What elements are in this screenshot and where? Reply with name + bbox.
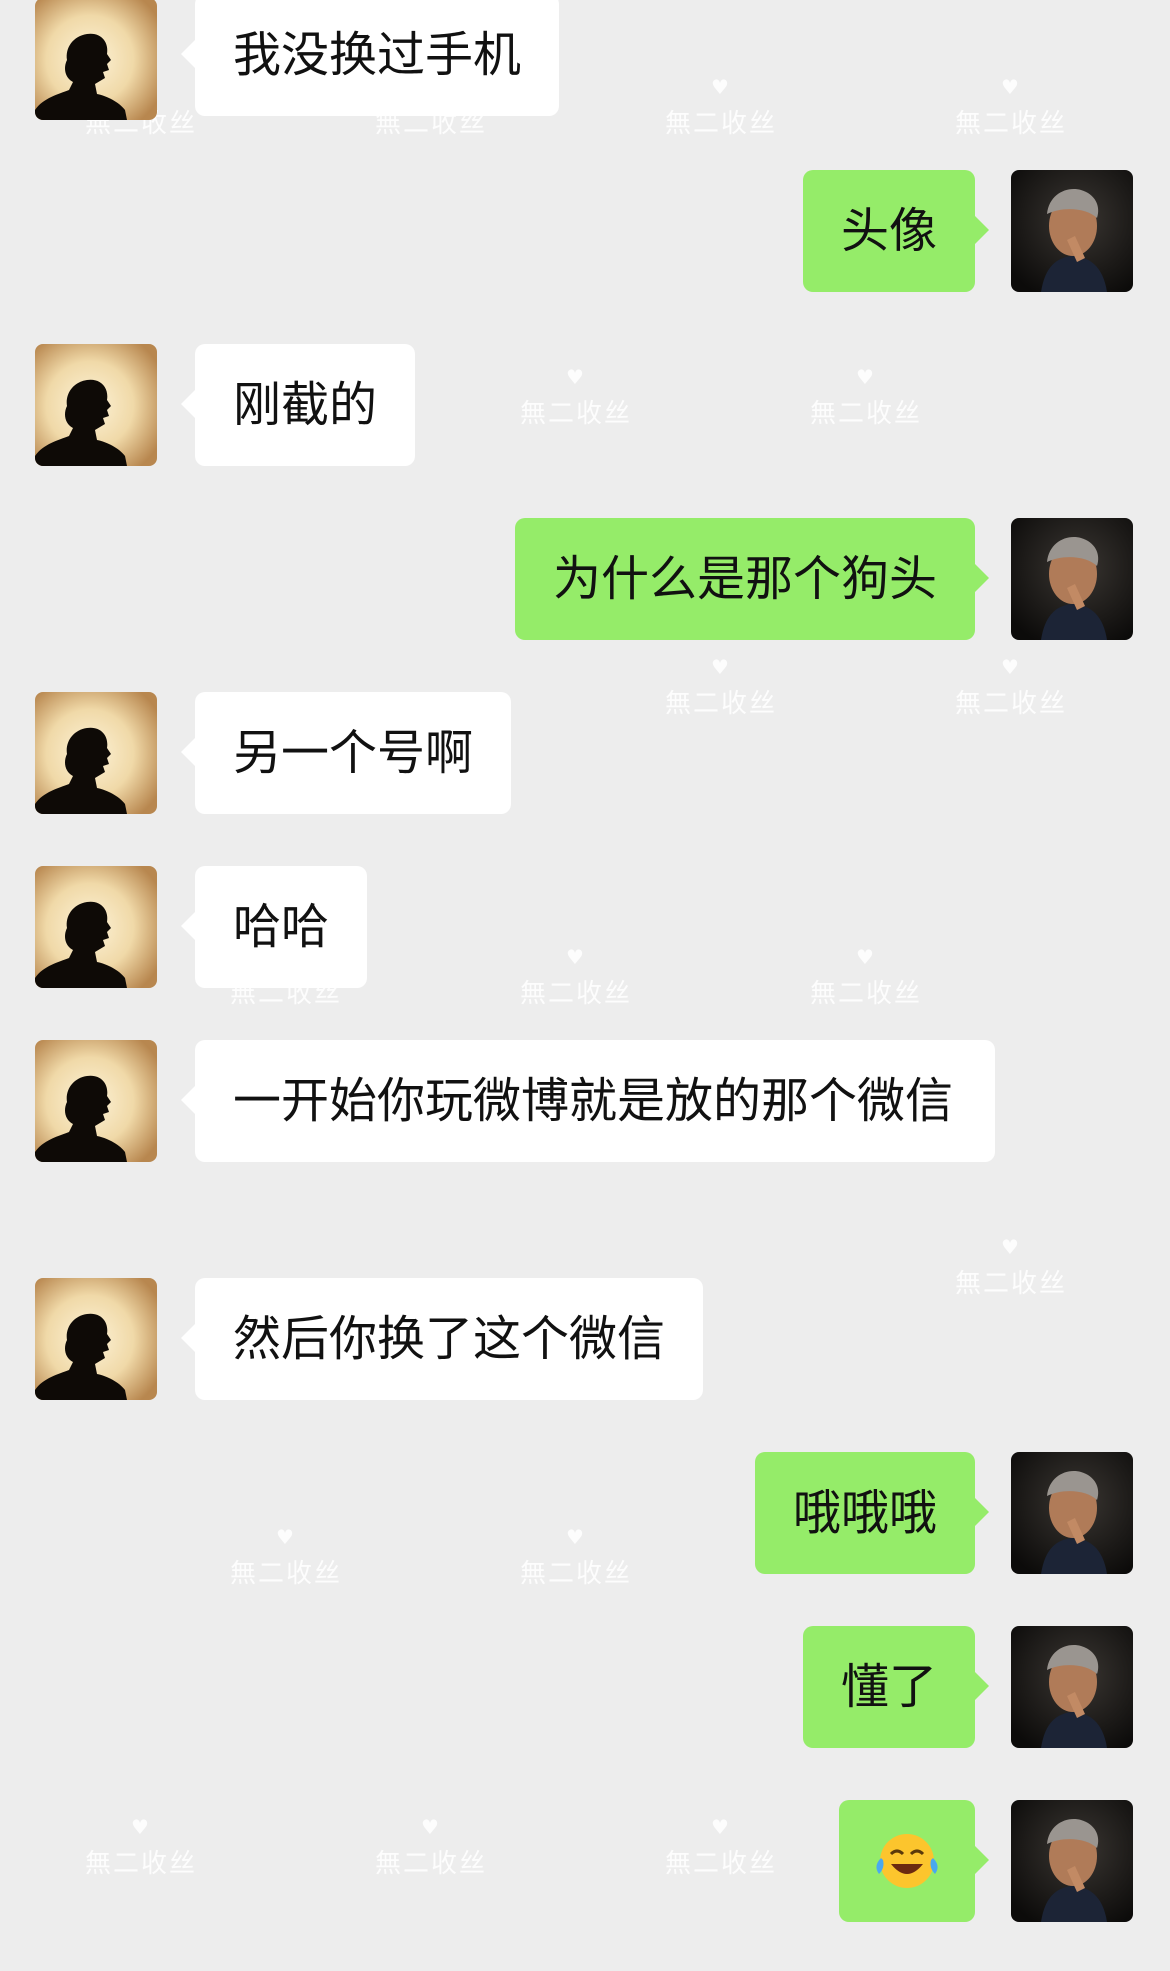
watermark: ♥無二收丝	[520, 365, 633, 429]
message-bubble-incoming[interactable]: 我没换过手机	[180, 0, 560, 116]
silhouette-avatar-image	[35, 866, 157, 988]
watermark: ♥無二收丝	[665, 75, 778, 139]
contact-avatar[interactable]	[35, 344, 157, 466]
watermark: ♥無二收丝	[955, 655, 1068, 719]
self-portrait-avatar-image	[1011, 1452, 1133, 1574]
watermark: ♥無二收丝	[230, 1525, 343, 1589]
message-text: 为什么是那个狗头	[552, 551, 937, 607]
contact-avatar[interactable]	[35, 0, 157, 120]
message-text: 刚截的	[233, 377, 378, 433]
message-bubble-incoming[interactable]: 另一个号啊	[180, 692, 512, 814]
contact-avatar[interactable]	[35, 692, 157, 814]
watermark: ♥無二收丝	[665, 1815, 778, 1879]
silhouette-avatar-image	[35, 1278, 157, 1400]
self-portrait-avatar-image	[1011, 1626, 1133, 1748]
contact-avatar[interactable]	[35, 1040, 157, 1162]
watermark: ♥無二收丝	[375, 1815, 488, 1879]
my-avatar[interactable]	[1011, 518, 1133, 640]
watermark: ♥無二收丝	[955, 75, 1068, 139]
contact-avatar[interactable]	[35, 866, 157, 988]
laughing-crying-emoji-icon	[876, 1834, 938, 1888]
silhouette-avatar-image	[35, 0, 157, 120]
message-bubble-outgoing[interactable]: 懂了	[802, 1626, 990, 1748]
message-bubble-incoming[interactable]: 然后你换了这个微信	[180, 1278, 704, 1400]
message-text: 然后你换了这个微信	[233, 1311, 666, 1367]
message-bubble-outgoing[interactable]: 为什么是那个狗头	[514, 518, 990, 640]
watermark: ♥無二收丝	[665, 655, 778, 719]
message-text: 我没换过手机	[233, 27, 522, 83]
message-bubble-incoming[interactable]: 哈哈	[180, 866, 368, 988]
watermark: ♥無二收丝	[520, 1525, 633, 1589]
message-text: 哈哈	[233, 899, 330, 955]
watermark: ♥無二收丝	[85, 1815, 198, 1879]
message-bubble-incoming[interactable]: 刚截的	[180, 344, 416, 466]
silhouette-avatar-image	[35, 344, 157, 466]
message-text: 一开始你玩微博就是放的那个微信	[233, 1073, 954, 1129]
silhouette-avatar-image	[35, 692, 157, 814]
message-bubble-outgoing[interactable]	[839, 1800, 989, 1922]
self-portrait-avatar-image	[1011, 518, 1133, 640]
contact-avatar[interactable]	[35, 1278, 157, 1400]
watermark: ♥無二收丝	[955, 1235, 1068, 1299]
message-text: 懂了	[840, 1659, 937, 1715]
message-bubble-incoming[interactable]: 一开始你玩微博就是放的那个微信	[181, 1040, 995, 1162]
my-avatar[interactable]	[1011, 170, 1133, 292]
message-text: 头像	[840, 203, 937, 259]
self-portrait-avatar-image	[1011, 1800, 1133, 1922]
my-avatar[interactable]	[1011, 1800, 1133, 1922]
watermark: ♥無二收丝	[810, 945, 923, 1009]
message-bubble-outgoing[interactable]: 哦哦哦	[754, 1452, 990, 1574]
message-text: 另一个号啊	[233, 725, 474, 781]
silhouette-avatar-image	[35, 1040, 157, 1162]
self-portrait-avatar-image	[1011, 170, 1133, 292]
watermark: ♥無二收丝	[810, 365, 923, 429]
watermark: ♥無二收丝	[520, 945, 633, 1009]
my-avatar[interactable]	[1011, 1626, 1133, 1748]
message-bubble-outgoing[interactable]: 头像	[802, 170, 990, 292]
my-avatar[interactable]	[1011, 1452, 1133, 1574]
message-text: 哦哦哦	[792, 1485, 937, 1541]
